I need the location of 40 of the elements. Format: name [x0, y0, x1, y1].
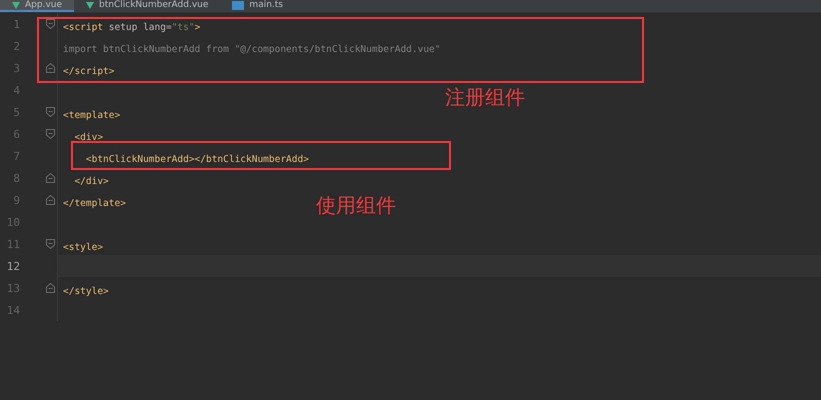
typescript-icon [232, 0, 244, 10]
code-line: <style> [63, 240, 104, 254]
code-line: <div> [73, 130, 104, 144]
line-number: 1 [12, 18, 20, 30]
line-number: 7 [12, 150, 20, 162]
fold-icon[interactable] [46, 129, 55, 139]
fold-icon[interactable] [46, 63, 55, 73]
fold-icon[interactable] [46, 283, 55, 293]
code-line: <btnClickNumberAdd></btnClickNumberAdd> [84, 152, 309, 166]
line-number: 8 [12, 172, 20, 184]
line-number: 11 [6, 238, 20, 250]
code-line: import btnClickNumberAdd from "@/components/btnClickNumberAdd.vue" [63, 42, 440, 56]
code-line: </div> [73, 174, 109, 188]
editor-tab[interactable]: main.ts [220, 0, 295, 12]
line-number: 2 [12, 40, 20, 52]
line-number: 12 [6, 260, 20, 272]
line-number: 6 [12, 128, 20, 140]
vue-icon [12, 2, 20, 8]
code-line: <script setup lang="ts"> [63, 20, 200, 34]
code-line: <template> [63, 108, 120, 122]
annotation-label: 注册组件 [445, 84, 525, 111]
fold-icon[interactable] [46, 239, 55, 249]
annotation-label: 使用组件 [316, 192, 396, 219]
code-line: </template> [63, 196, 126, 210]
line-number: 14 [6, 304, 20, 316]
editor-tab[interactable]: btnClickNumberAdd.vue [74, 0, 220, 12]
fold-icon[interactable] [46, 19, 55, 29]
code-line: </style> [63, 284, 109, 298]
line-number: 13 [6, 282, 20, 294]
code-line: </script> [63, 64, 114, 78]
line-number: 10 [6, 216, 20, 228]
line-number: 9 [12, 194, 20, 206]
fold-icon[interactable] [46, 107, 55, 117]
fold-icon[interactable] [46, 173, 55, 183]
vue-icon [86, 2, 94, 8]
line-number: 4 [12, 84, 20, 96]
line-number: 3 [12, 62, 20, 74]
editor-tab[interactable]: App.vue [0, 0, 74, 12]
line-number: 5 [12, 106, 20, 118]
fold-icon[interactable] [46, 195, 55, 205]
